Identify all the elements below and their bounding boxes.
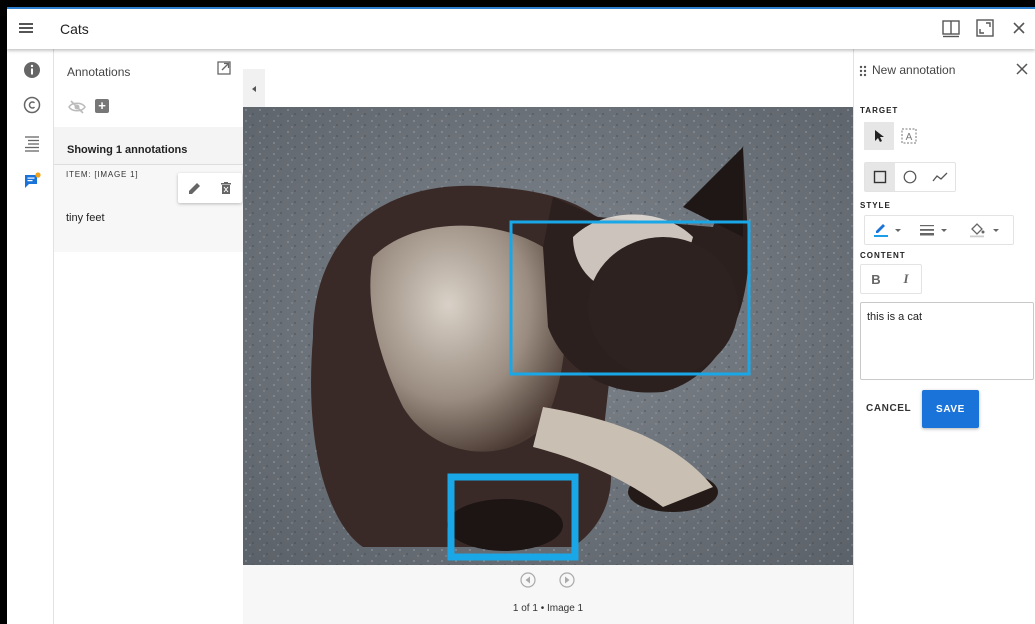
pointer-tool-button[interactable] (864, 122, 894, 150)
menu-icon[interactable] (17, 19, 35, 37)
polyline-tool-button[interactable] (925, 163, 955, 191)
line-weight-icon (920, 225, 947, 236)
pointer-icon (875, 130, 884, 142)
bold-button[interactable]: B (861, 265, 891, 293)
shape-tool-group (864, 162, 956, 192)
companion-rail (7, 49, 54, 624)
italic-button[interactable]: I (891, 265, 921, 293)
pen-color-icon (874, 224, 901, 237)
prev-canvas-icon[interactable] (520, 572, 536, 588)
annotation-list: Showing 1 annotations ITEM: [IMAGE 1] ti… (54, 127, 243, 252)
style-section-label: STYLE (860, 201, 891, 210)
italic-icon: I (903, 271, 909, 286)
text-format-group: B I (860, 264, 922, 294)
annotation-item-text: tiny feet (66, 212, 105, 224)
close-icon[interactable] (1014, 61, 1030, 77)
polyline-icon (932, 172, 948, 182)
new-annotation-panel: New annotation TARGET A STYLE CONTENT B … (853, 49, 1035, 624)
canvas-pager-text: 1 of 1 • Image 1 (512, 603, 584, 614)
list-item[interactable]: ITEM: [IMAGE 1] tiny feet (54, 164, 243, 252)
rectangle-icon (873, 170, 887, 184)
svg-text:A: A (906, 132, 913, 143)
rectangle-tool-button[interactable] (865, 163, 895, 191)
text-select-icon: A (901, 128, 917, 144)
annotations-count: Showing 1 annotations (67, 144, 188, 156)
window-title: Cats (60, 21, 89, 37)
new-annotation-title: New annotation (872, 63, 956, 77)
image-viewer[interactable]: 1 of 1 • Image 1 (243, 49, 853, 624)
close-icon[interactable] (1009, 18, 1029, 38)
collapse-sidebar-button[interactable] (243, 69, 265, 109)
next-canvas-icon[interactable] (559, 572, 575, 588)
style-tool-group (864, 215, 1014, 245)
cancel-button[interactable]: CANCEL (866, 403, 911, 414)
annotations-icon[interactable] (23, 172, 41, 190)
delete-icon[interactable] (218, 180, 234, 196)
drag-handle-icon[interactable] (859, 65, 867, 77)
fill-color-button[interactable] (957, 216, 1013, 244)
target-section-label: TARGET (860, 106, 899, 115)
fullscreen-icon[interactable] (975, 18, 995, 38)
pen-color-button[interactable] (865, 216, 911, 244)
line-weight-button[interactable] (911, 216, 957, 244)
edit-icon[interactable] (187, 180, 203, 196)
save-button[interactable]: SAVE (922, 390, 979, 428)
annotations-panel-title: Annotations (67, 65, 131, 79)
add-box-icon[interactable]: + (95, 99, 109, 113)
ellipse-icon (903, 170, 917, 184)
top-bar: Cats (7, 9, 1035, 49)
info-icon[interactable] (23, 61, 41, 79)
bold-icon: B (871, 271, 881, 287)
canvas-image[interactable] (243, 107, 853, 565)
external-window-icon[interactable] (216, 60, 232, 76)
visibility-off-icon[interactable] (68, 99, 86, 115)
annotation-item-tools (178, 173, 242, 203)
content-section-label: CONTENT (860, 251, 906, 260)
annotation-text-input[interactable]: this is a cat (860, 302, 1034, 380)
app-window: Cats Annotations + Showing 1 annotations… (7, 7, 1035, 624)
annotation-item-label: ITEM: [IMAGE 1] (66, 170, 139, 179)
split-view-icon[interactable] (941, 18, 961, 38)
target-tool-group: A (864, 122, 924, 150)
copyright-icon[interactable] (23, 96, 41, 114)
annotations-panel: Annotations + Showing 1 annotations ITEM… (54, 49, 243, 624)
text-select-tool-button[interactable]: A (894, 122, 924, 150)
toc-icon[interactable] (23, 134, 41, 152)
fill-color-icon (970, 223, 999, 238)
ellipse-tool-button[interactable] (895, 163, 925, 191)
canvas-pager: 1 of 1 • Image 1 (243, 565, 853, 624)
